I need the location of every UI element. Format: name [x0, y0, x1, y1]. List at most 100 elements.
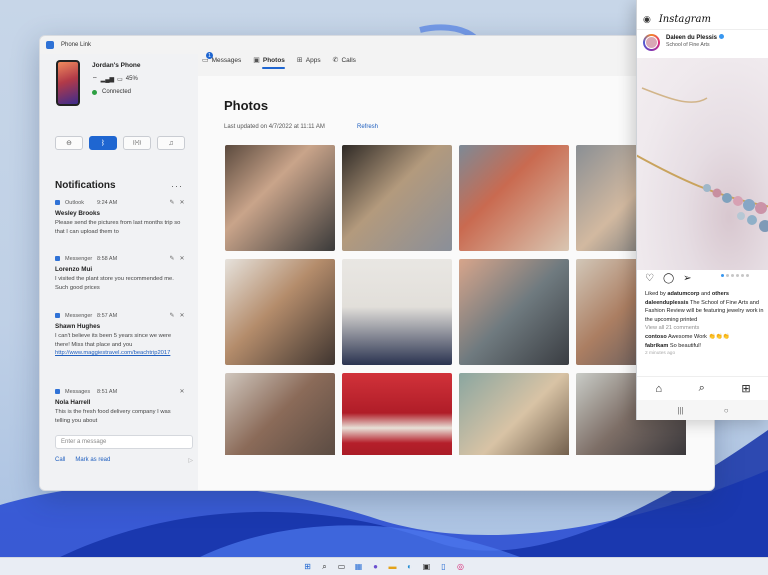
- caption-text: daleenduplessis The School of Fine Arts …: [645, 299, 764, 323]
- tab-calls[interactable]: ✆ Calls: [333, 56, 356, 68]
- instagram-phone-screen: ◉ Instagram Daleen du Plessis School of …: [636, 0, 768, 420]
- music-button[interactable]: ♫: [157, 136, 185, 150]
- phone-card: Jordan's Phone ⌔ ▂▄▆ ▭ 45% Connected: [56, 60, 141, 106]
- wifi-icon: ⌔: [92, 77, 98, 83]
- tab-photos[interactable]: ▣ Photos: [253, 56, 285, 69]
- connection-status-label: Connected: [102, 89, 132, 95]
- photo-thumbnail[interactable]: [225, 259, 335, 365]
- instagram-header: ◉ Instagram: [637, 0, 768, 30]
- close-icon[interactable]: ✕: [177, 388, 187, 395]
- home-circle-icon[interactable]: ○: [724, 406, 729, 415]
- photo-thumbnail[interactable]: [342, 373, 452, 455]
- post-image[interactable]: [637, 58, 768, 270]
- notification-sender: Wesley Brooks: [55, 210, 101, 217]
- call-link[interactable]: Call: [55, 457, 65, 464]
- pin-icon[interactable]: ✎: [167, 312, 177, 319]
- comment: fabrikam So beautiful!: [645, 342, 701, 349]
- calls-icon: ✆: [332, 57, 339, 64]
- store-icon[interactable]: ▣: [421, 561, 432, 572]
- last-updated-text: Last updated on 4/7/2022 at 11:11 AM: [224, 124, 325, 130]
- tab-apps[interactable]: ⊞ Apps: [297, 56, 321, 68]
- tab-messages[interactable]: ▭ 1 Messages: [202, 52, 241, 68]
- do-not-disturb-button[interactable]: ⊖: [55, 136, 83, 150]
- comment: contoso Awesome Work 👏👏👏: [645, 333, 730, 340]
- photo-thumbnail[interactable]: [342, 145, 452, 251]
- apps-icon: ⊞: [296, 57, 303, 64]
- audio-icon: ((•)): [132, 140, 142, 146]
- carousel-dots: [721, 274, 749, 277]
- notification-time: 8:57 AM: [97, 312, 118, 319]
- notification-body: I visited the plant store you recommende…: [55, 276, 174, 291]
- photos-icon: ▣: [253, 57, 260, 64]
- notification-sender: Lorenzo Mui: [55, 266, 93, 273]
- messenger-icon: [55, 256, 60, 261]
- like-icon[interactable]: ♡: [645, 273, 654, 284]
- notification-time: 8:51 AM: [97, 388, 118, 395]
- post-caption: Liked by adatumcorp and others daleendup…: [645, 290, 768, 359]
- bluetooth-icon: ᛒ: [100, 139, 106, 147]
- view-comments-link[interactable]: View all 21 comments: [645, 324, 768, 333]
- notification-app: Messenger: [65, 255, 93, 262]
- pin-icon[interactable]: ✎: [167, 255, 177, 262]
- tab-label: Apps: [305, 56, 321, 64]
- notification-item[interactable]: Messages 8:51 AM ✕ Nola Harrell This is …: [55, 388, 187, 425]
- photo-thumbnail[interactable]: [459, 145, 569, 251]
- notification-item[interactable]: Outlook 9:24 AM ✎ ✕ Wesley Brooks Please…: [55, 199, 187, 236]
- battery-icon: ▭: [117, 76, 123, 83]
- photo-thumbnail[interactable]: [342, 259, 452, 365]
- reply-input[interactable]: Enter a message: [55, 435, 193, 449]
- photo-thumbnail[interactable]: [459, 259, 569, 365]
- notification-body: Please send the pictures from last month…: [55, 220, 181, 235]
- android-nav-bar: ||| ○: [637, 400, 768, 420]
- home-icon[interactable]: ⌂: [655, 383, 662, 395]
- close-icon[interactable]: ✕: [177, 312, 187, 319]
- tab-label: Photos: [262, 56, 285, 64]
- audio-button[interactable]: ((•)): [123, 136, 151, 150]
- do-not-disturb-icon: ⊖: [66, 140, 72, 147]
- unread-badge: 1: [206, 52, 213, 59]
- pin-icon[interactable]: ✎: [167, 199, 177, 206]
- notification-time: 8:58 AM: [97, 255, 118, 262]
- comment-icon[interactable]: ◯: [663, 273, 674, 284]
- search-icon[interactable]: ⌕: [699, 382, 705, 395]
- page-title: Photos: [224, 98, 269, 113]
- camera-icon[interactable]: ◉: [643, 14, 651, 25]
- refresh-link[interactable]: Refresh: [357, 124, 378, 130]
- widgets-icon[interactable]: ▦: [353, 561, 364, 572]
- instagram-taskbar-icon[interactable]: ◎: [455, 561, 466, 572]
- chat-icon[interactable]: ●: [370, 561, 381, 572]
- photo-thumbnail[interactable]: [225, 373, 335, 455]
- recents-icon[interactable]: |||: [677, 406, 683, 415]
- search-icon[interactable]: ⌕: [319, 561, 330, 572]
- notification-item[interactable]: Messenger 8:58 AM ✎ ✕ Lorenzo Mui I visi…: [55, 255, 187, 292]
- notifications-more-button[interactable]: ···: [171, 181, 183, 191]
- close-icon[interactable]: ✕: [177, 255, 187, 262]
- notification-sender: Shawn Hughes: [55, 323, 101, 330]
- phone-link-taskbar-icon[interactable]: ▯: [438, 561, 449, 572]
- window-title: Phone Link: [61, 42, 92, 48]
- notification-app: Messages: [65, 388, 91, 395]
- send-icon[interactable]: ▷: [188, 457, 193, 464]
- taskbar: ⊞ ⌕ ▭ ▦ ● ▬ ◐ ▣ ▯ ◎: [0, 557, 768, 575]
- notification-item[interactable]: Messenger 8:57 AM ✎ ✕ Shawn Hughes I can…: [55, 312, 187, 358]
- mark-as-read-link[interactable]: Mark as read: [75, 457, 110, 464]
- liked-by: Liked by adatumcorp and others: [645, 291, 729, 297]
- quick-actions: ⊖ ᛒ ((•)) ♫: [55, 136, 185, 150]
- notification-link[interactable]: http://www.maggiestravel.com/beachtrip20…: [55, 349, 187, 358]
- notification-body: This is the fresh food delivery company …: [55, 409, 171, 424]
- bluetooth-button[interactable]: ᛒ: [89, 136, 117, 150]
- edge-icon[interactable]: ◐: [404, 561, 415, 572]
- battery-level: 45%: [125, 76, 138, 82]
- share-icon[interactable]: ➢: [683, 273, 691, 284]
- close-icon[interactable]: ✕: [177, 199, 187, 206]
- task-view-icon[interactable]: ▭: [336, 561, 347, 572]
- file-explorer-icon[interactable]: ▬: [387, 561, 398, 572]
- photo-thumbnail[interactable]: [225, 145, 335, 251]
- phone-image: [56, 60, 80, 106]
- post-time: 2 minutes ago: [645, 351, 676, 357]
- start-icon[interactable]: ⊞: [302, 561, 313, 572]
- post-author[interactable]: Daleen du Plessis School of Fine Arts: [637, 30, 768, 58]
- add-post-icon[interactable]: ⊞: [741, 382, 750, 395]
- avatar: [643, 34, 660, 51]
- photo-thumbnail[interactable]: [459, 373, 569, 455]
